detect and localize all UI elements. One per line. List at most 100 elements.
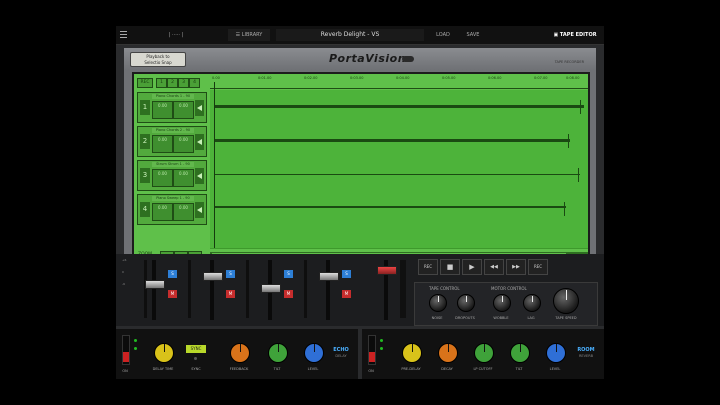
master-fader[interactable] [377, 266, 397, 275]
track-end-readout[interactable]: 0.00 [173, 101, 194, 119]
lcd-display: REC 1 2 3 4 0.00 0:01.00 0:02.00 0:03.00… [132, 72, 590, 266]
delay-led [134, 339, 137, 342]
loop-button[interactable]: REC [528, 259, 548, 275]
mute-button[interactable]: M [284, 290, 293, 298]
preset-name[interactable]: Reverb Delight - VS [276, 29, 424, 41]
track-header[interactable]: 3 Strum Strum 1 - 90 0.00 0.00 [137, 160, 207, 191]
channel-fader[interactable] [145, 280, 165, 289]
pre-delay-knob[interactable] [402, 343, 422, 363]
waveform [214, 174, 580, 175]
tape-speed-label: TAPE SPEED [555, 316, 577, 320]
track-start-readout[interactable]: 0.00 [152, 169, 173, 187]
speaker-icon[interactable] [195, 202, 204, 218]
record-button[interactable]: REC [418, 259, 438, 275]
track-header[interactable]: 1 Piano Chords 1 - 90 0.00 0.00 [137, 92, 207, 123]
track-2-button[interactable]: 2 [167, 78, 178, 88]
menu-icon[interactable] [120, 29, 128, 41]
reverb-power-switch[interactable] [368, 335, 376, 365]
delay-level-knob[interactable] [304, 343, 324, 363]
track-end-readout[interactable]: 0.00 [173, 169, 194, 187]
delay-tilt-knob[interactable] [268, 343, 288, 363]
channel-fader[interactable] [319, 272, 339, 281]
playback-mode-button[interactable]: Playback to Selectio Snap [130, 52, 186, 67]
solo-button[interactable]: S [342, 270, 351, 278]
noise-knob[interactable] [429, 294, 447, 312]
save-button[interactable]: SAVE [460, 29, 486, 41]
track-lane[interactable] [210, 124, 588, 159]
reverb-on-label: ON [368, 369, 374, 373]
porta-vision-plugin: | ····· | ☰ LIBRARY Reverb Delight - VS … [116, 26, 604, 379]
delay-feedback-label: FEEDBACK [229, 367, 249, 371]
track-lane[interactable] [210, 90, 588, 125]
track-end-readout[interactable]: 0.00 [173, 203, 194, 221]
track-start-readout[interactable]: 0.00 [152, 101, 173, 119]
stop-button[interactable]: ■ [440, 259, 460, 275]
mute-button[interactable]: M [342, 290, 351, 298]
speaker-icon[interactable] [195, 100, 204, 116]
track-4-button[interactable]: 4 [189, 78, 200, 88]
lag-knob[interactable] [523, 294, 541, 312]
channel-fader[interactable] [203, 272, 223, 281]
speaker-icon[interactable] [195, 168, 204, 184]
region-end-marker[interactable] [580, 100, 581, 114]
track-start-readout[interactable]: 0.00 [152, 135, 173, 153]
top-bar: | ····· | ☰ LIBRARY Reverb Delight - VS … [116, 26, 604, 45]
room-title: ROOM [577, 347, 595, 353]
sync-toggle[interactable]: SYNC [186, 345, 206, 353]
load-button[interactable]: LOAD [430, 29, 456, 41]
track-name: Piano Chords 1 - 90 [152, 94, 194, 99]
ruler-tick: 0:08.00 [566, 76, 580, 80]
lp-cutoff-knob[interactable] [474, 343, 494, 363]
noise-label: NOISE [431, 316, 443, 320]
track-number: 4 [140, 202, 150, 217]
reverb-level-knob[interactable] [546, 343, 566, 363]
playhead[interactable] [214, 82, 215, 248]
channel-fader[interactable] [261, 284, 281, 293]
track-1-button[interactable]: 1 [156, 78, 167, 88]
wobble-knob[interactable] [493, 294, 511, 312]
tape-speed-knob[interactable] [553, 288, 579, 314]
decay-knob[interactable] [438, 343, 458, 363]
reverb-led [380, 339, 383, 342]
delay-time-knob[interactable] [154, 343, 174, 363]
dropouts-knob[interactable] [457, 294, 475, 312]
fader-track [210, 260, 214, 320]
track-name: Strum Strum 1 - 90 [152, 162, 194, 167]
speaker-icon[interactable] [195, 134, 204, 150]
solo-button[interactable]: S [284, 270, 293, 278]
ruler-tick: 0:01.00 [258, 76, 272, 80]
reverb-level-label: LEVEL [549, 367, 561, 371]
track-3-button[interactable]: 3 [178, 78, 189, 88]
rec-arm-all-button[interactable]: REC [137, 78, 153, 88]
play-button[interactable]: ▶ [462, 259, 482, 275]
region-end-marker[interactable] [564, 202, 565, 216]
tape-editor-button[interactable]: ▣ TAPE EDITOR [550, 29, 600, 41]
waveform [214, 206, 566, 208]
solo-button[interactable]: S [168, 270, 177, 278]
delay-feedback-knob[interactable] [230, 343, 250, 363]
library-button[interactable]: ☰ LIBRARY [228, 29, 270, 41]
waveform [214, 105, 584, 108]
region-end-marker[interactable] [568, 134, 569, 148]
delay-power-switch[interactable] [122, 335, 130, 365]
decay-label: DECAY [441, 367, 453, 371]
reverb-subtitle: REVERB [578, 354, 594, 358]
rewind-button[interactable]: ◀◀ [484, 259, 504, 275]
track-lane[interactable] [210, 192, 588, 249]
region-end-marker[interactable] [578, 168, 579, 182]
timeline-ruler[interactable]: 0.00 0:01.00 0:02.00 0:03.00 0:04.00 0:0… [210, 74, 588, 89]
solo-button[interactable]: S [226, 270, 235, 278]
track-lane[interactable] [210, 158, 588, 193]
mute-button[interactable]: M [226, 290, 235, 298]
meter-scale: 0 [122, 270, 124, 274]
track-header[interactable]: 2 Piano Chords 2 - 90 0.00 0.00 [137, 126, 207, 157]
ruler-tick: 0:06.00 [488, 76, 502, 80]
track-end-readout[interactable]: 0.00 [173, 135, 194, 153]
track-start-readout[interactable]: 0.00 [152, 203, 173, 221]
fast-forward-button[interactable]: ▶▶ [506, 259, 526, 275]
track-header[interactable]: 4 Piano Sweep 1 - 90 0.00 0.00 [137, 194, 207, 225]
reverb-tilt-knob[interactable] [510, 343, 530, 363]
reverb-led [380, 347, 383, 350]
mute-button[interactable]: M [168, 290, 177, 298]
echo-delay-panel: ON SYNC DELAY TIME SYNC FEEDBACK TILT LE… [116, 329, 358, 379]
